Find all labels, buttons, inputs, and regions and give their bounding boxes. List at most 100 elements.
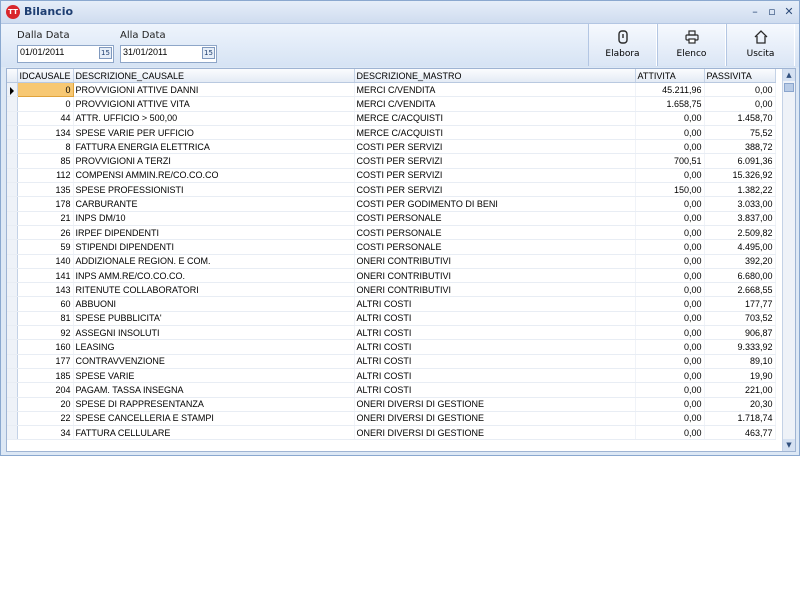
cell-passivita[interactable]: 3.837,00 xyxy=(704,211,776,226)
cell-descrizione-causale[interactable]: PROVVIGIONI A TERZI xyxy=(73,153,355,169)
row-indicator[interactable] xyxy=(7,254,18,269)
cell-attivita[interactable]: 0,00 xyxy=(635,111,705,126)
calendar-icon[interactable]: 15 xyxy=(99,47,112,59)
table-row[interactable]: 204 PAGAM. TASSA INSEGNA ALTRI COSTI 0,00 22… xyxy=(7,382,776,398)
row-indicator[interactable] xyxy=(7,354,18,369)
cell-descrizione-causale[interactable]: STIPENDI DIPENDENTI xyxy=(73,239,355,255)
cell-idcausale[interactable]: 134 xyxy=(17,125,74,141)
cell-attivita[interactable]: 45.211,96 xyxy=(635,82,705,98)
cell-descrizione-mastro[interactable]: ALTRI COSTI xyxy=(354,311,636,327)
cell-attivita[interactable]: 0,00 xyxy=(635,139,705,155)
cell-descrizione-mastro[interactable]: ONERI CONTRIBUTIVI xyxy=(354,254,636,269)
vertical-scrollbar[interactable]: ▲ ▼ xyxy=(782,69,795,451)
table-row[interactable]: 60 ABBUONI ALTRI COSTI 0,00 177,77 xyxy=(7,296,776,312)
table-row[interactable]: 185 SPESE VARIE ALTRI COSTI 0,00 19,90 xyxy=(7,368,776,384)
row-indicator[interactable] xyxy=(7,339,18,355)
column-header-idcausale[interactable]: IDCAUSALE xyxy=(17,69,74,83)
row-indicator[interactable] xyxy=(7,139,18,155)
minimize-button[interactable]: – xyxy=(747,5,763,19)
row-indicator[interactable] xyxy=(7,82,18,98)
cell-descrizione-mastro[interactable]: MERCI C/VENDITA xyxy=(354,82,636,98)
cell-descrizione-causale[interactable]: SPESE CANCELLERIA E STAMPI xyxy=(73,411,355,427)
cell-passivita[interactable]: 6.091,36 xyxy=(704,153,776,169)
cell-idcausale[interactable]: 22 xyxy=(17,411,74,427)
cell-descrizione-causale[interactable]: RITENUTE COLLABORATORI xyxy=(73,282,355,298)
cell-descrizione-mastro[interactable]: COSTI PER GODIMENTO DI BENI xyxy=(354,196,636,212)
cell-idcausale[interactable]: 26 xyxy=(17,225,74,241)
cell-descrizione-mastro[interactable]: COSTI PER SERVIZI xyxy=(354,139,636,155)
cell-passivita[interactable]: 3.033,00 xyxy=(704,196,776,212)
row-indicator[interactable] xyxy=(7,196,18,212)
table-row[interactable]: 92 ASSEGNI INSOLUTI ALTRI COSTI 0,00 906,87 xyxy=(7,325,776,341)
cell-attivita[interactable]: 0,00 xyxy=(635,411,705,427)
table-row[interactable]: 141 INPS AMM.RE/CO.CO.CO. ONERI CONTRIBUTI… xyxy=(7,268,776,284)
cell-passivita[interactable]: 2.509,82 xyxy=(704,225,776,241)
to-date-field[interactable]: 31/01/2011 15 xyxy=(120,45,217,63)
cell-attivita[interactable]: 0,00 xyxy=(635,168,705,184)
cell-attivita[interactable]: 0,00 xyxy=(635,397,705,412)
cell-descrizione-causale[interactable]: FATTURA ENERGIA ELETTRICA xyxy=(73,139,355,155)
column-header-descrizione-mastro[interactable]: DESCRIZIONE_MASTRO xyxy=(354,69,636,83)
cell-idcausale[interactable]: 85 xyxy=(17,153,74,169)
cell-descrizione-causale[interactable]: COMPENSI AMMIN.RE/CO.CO.CO xyxy=(73,168,355,184)
table-row[interactable]: 160 LEASING ALTRI COSTI 0,00 9.333,92 xyxy=(7,339,776,355)
cell-idcausale[interactable]: 112 xyxy=(17,168,74,184)
table-row[interactable]: 34 FATTURA CELLULARE ONERI DIVERSI DI GEST… xyxy=(7,425,776,441)
cell-descrizione-causale[interactable]: PAGAM. TASSA INSEGNA xyxy=(73,382,355,398)
cell-descrizione-mastro[interactable]: ALTRI COSTI xyxy=(354,339,636,355)
cell-descrizione-mastro[interactable]: COSTI PERSONALE xyxy=(354,239,636,255)
cell-attivita[interactable]: 0,00 xyxy=(635,296,705,312)
elenco-button[interactable]: Elenco xyxy=(657,24,726,66)
cell-passivita[interactable]: 19,90 xyxy=(704,368,776,384)
row-indicator[interactable] xyxy=(7,425,18,441)
calendar-icon[interactable]: 15 xyxy=(202,47,215,59)
cell-descrizione-mastro[interactable]: ONERI CONTRIBUTIVI xyxy=(354,268,636,284)
scroll-down-icon[interactable]: ▼ xyxy=(783,439,795,451)
cell-descrizione-causale[interactable]: SPESE VARIE xyxy=(73,368,355,384)
cell-idcausale[interactable]: 0 xyxy=(16,81,74,98)
column-header-attivita[interactable]: ATTIVITA xyxy=(635,69,705,83)
cell-idcausale[interactable]: 178 xyxy=(17,196,74,212)
row-indicator[interactable] xyxy=(7,211,18,226)
cell-descrizione-causale[interactable]: PROVVIGIONI ATTIVE VITA xyxy=(73,96,355,112)
row-indicator[interactable] xyxy=(7,325,18,341)
cell-passivita[interactable]: 1.382,22 xyxy=(704,182,776,198)
scroll-up-icon[interactable]: ▲ xyxy=(783,69,795,81)
table-row[interactable]: 85 PROVVIGIONI A TERZI COSTI PER SERVIZI 70… xyxy=(7,153,776,169)
row-indicator[interactable] xyxy=(7,96,18,112)
cell-passivita[interactable]: 89,10 xyxy=(704,354,776,369)
cell-attivita[interactable]: 0,00 xyxy=(635,196,705,212)
cell-descrizione-causale[interactable]: SPESE PUBBLICITA' xyxy=(73,311,355,327)
cell-descrizione-causale[interactable]: PROVVIGIONI ATTIVE DANNI xyxy=(73,82,355,98)
cell-descrizione-causale[interactable]: ATTR. UFFICIO > 500,00 xyxy=(73,111,355,126)
cell-descrizione-causale[interactable]: CARBURANTE xyxy=(73,196,355,212)
cell-descrizione-mastro[interactable]: ALTRI COSTI xyxy=(354,296,636,312)
bilancio-grid[interactable]: IDCAUSALE DESCRIZIONE_CAUSALE DESCRIZION… xyxy=(6,68,796,452)
cell-descrizione-mastro[interactable]: MERCE C/ACQUISTI xyxy=(354,111,636,126)
cell-idcausale[interactable]: 34 xyxy=(17,425,74,441)
cell-attivita[interactable]: 0,00 xyxy=(635,254,705,269)
uscita-button[interactable]: Uscita xyxy=(726,24,795,66)
table-row[interactable]: 178 CARBURANTE COSTI PER GODIMENTO DI BENI… xyxy=(7,196,776,212)
row-indicator[interactable] xyxy=(7,153,18,169)
cell-idcausale[interactable]: 8 xyxy=(17,139,74,155)
cell-descrizione-causale[interactable]: ADDIZIONALE REGION. E COM. xyxy=(73,254,355,269)
cell-descrizione-causale[interactable]: SPESE DI RAPPRESENTANZA xyxy=(73,397,355,412)
row-indicator[interactable] xyxy=(7,296,18,312)
cell-descrizione-mastro[interactable]: ONERI DIVERSI DI GESTIONE xyxy=(354,397,636,412)
cell-idcausale[interactable]: 81 xyxy=(17,311,74,327)
row-indicator[interactable] xyxy=(7,125,18,141)
cell-descrizione-mastro[interactable]: MERCE C/ACQUISTI xyxy=(354,125,636,141)
cell-attivita[interactable]: 0,00 xyxy=(635,325,705,341)
table-row[interactable]: 0 PROVVIGIONI ATTIVE DANNI MERCI C/VENDITA… xyxy=(7,81,776,98)
cell-idcausale[interactable]: 92 xyxy=(17,325,74,341)
table-row[interactable]: 0 PROVVIGIONI ATTIVE VITA MERCI C/VENDITA 1… xyxy=(7,96,776,112)
cell-idcausale[interactable]: 185 xyxy=(17,368,74,384)
close-button[interactable]: ✕ xyxy=(781,5,797,19)
cell-attivita[interactable]: 0,00 xyxy=(635,368,705,384)
cell-descrizione-mastro[interactable]: ALTRI COSTI xyxy=(354,325,636,341)
cell-attivita[interactable]: 150,00 xyxy=(635,182,705,198)
cell-idcausale[interactable]: 140 xyxy=(17,254,74,269)
elabora-button[interactable]: Elabora xyxy=(588,24,657,66)
cell-descrizione-mastro[interactable]: ONERI DIVERSI DI GESTIONE xyxy=(354,425,636,441)
